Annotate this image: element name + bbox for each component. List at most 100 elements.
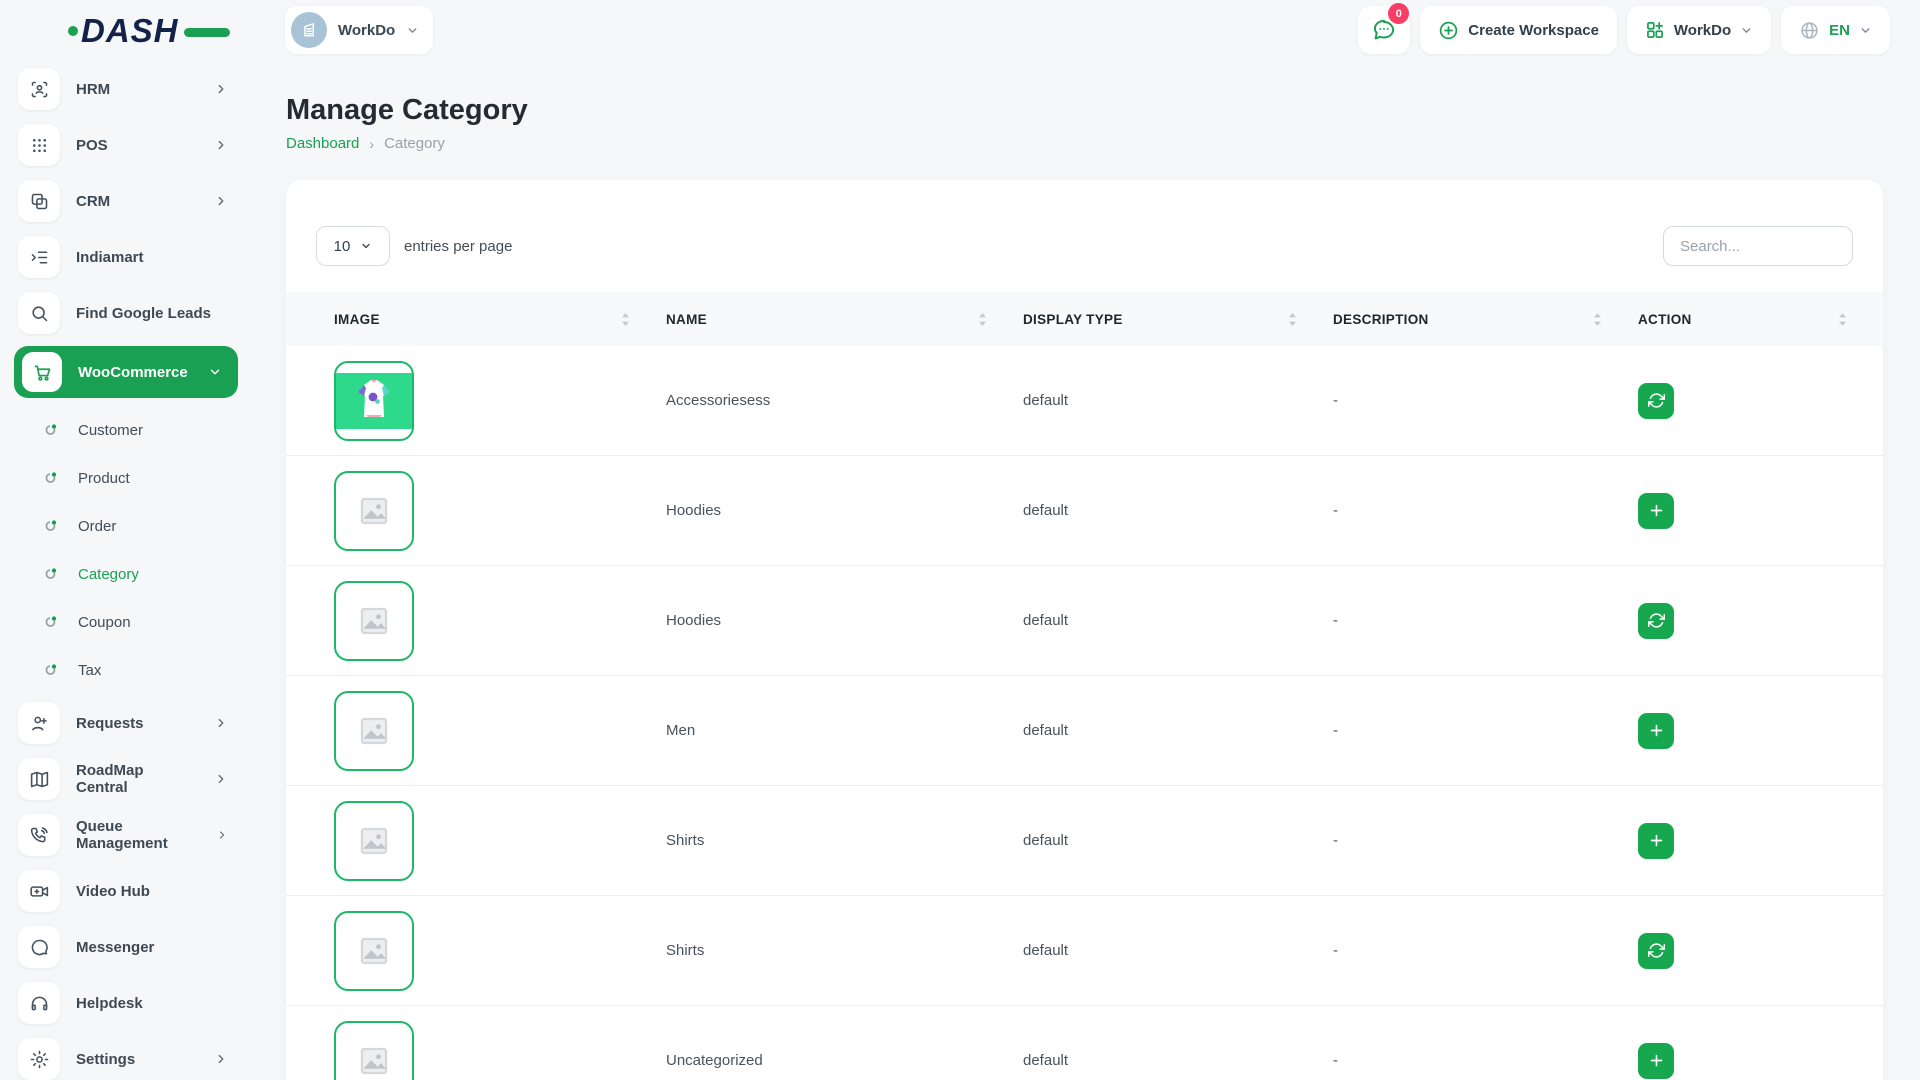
sidebar-item-order[interactable]: Order	[18, 502, 256, 550]
add-icon	[1650, 724, 1662, 737]
chevron-down-icon	[362, 243, 370, 249]
sidebar-item-roadmap-central[interactable]: RoadMap Central	[18, 756, 256, 802]
workspace-selector[interactable]: WorkDo	[285, 6, 434, 54]
indent-list-icon	[18, 236, 60, 278]
breadcrumb: Dashboard › Category	[286, 135, 1920, 152]
app-logo: DASH	[68, 14, 230, 47]
create-workspace-label: Create Workspace	[1468, 21, 1599, 39]
switcher-label: WorkDo	[1673, 21, 1732, 39]
video-camera-icon	[18, 870, 60, 912]
sidebar-item-tax[interactable]: Tax	[18, 646, 256, 694]
category-thumbnail	[334, 690, 414, 771]
building-icon	[304, 23, 314, 37]
row-action-button[interactable]	[1638, 822, 1674, 859]
sidebar-item-crm[interactable]: CRM	[18, 178, 256, 224]
chevron-down-icon	[210, 369, 220, 375]
logo-dash	[183, 28, 230, 37]
description-cell: -	[1333, 392, 1338, 409]
sidebar-item-woocommerce[interactable]: WooCommerce	[14, 346, 238, 398]
category-name-cell: Men	[666, 722, 696, 739]
create-workspace-button[interactable]: Create Workspace	[1420, 6, 1617, 54]
description-cell: -	[1333, 612, 1338, 629]
logo-dot	[68, 25, 78, 36]
sidebar-item-helpdesk[interactable]: Helpdesk	[18, 980, 256, 1026]
row-action-button[interactable]	[1638, 1042, 1674, 1079]
sidebar-item-coupon[interactable]: Coupon	[18, 598, 256, 646]
chevron-right-icon	[218, 84, 224, 94]
column-header-image[interactable]: IMAGE	[334, 312, 666, 327]
sidebar-item-settings[interactable]: Settings	[18, 1036, 256, 1080]
sidebar-item-indiamart[interactable]: Indiamart	[18, 234, 256, 280]
sidebar-item-product[interactable]: Product	[18, 454, 256, 502]
donut-dot-icon	[45, 664, 57, 675]
breadcrumb-dashboard-link[interactable]: Dashboard	[286, 135, 359, 152]
category-thumbnail	[334, 580, 414, 661]
entries-per-page-label: entries per page	[404, 237, 513, 255]
column-header-action[interactable]: ACTION	[1638, 312, 1883, 327]
sidebar-item-video-hub[interactable]: Video Hub	[18, 868, 256, 914]
chevron-right-icon	[218, 774, 224, 784]
sidebar-item-customer[interactable]: Customer	[18, 406, 256, 454]
message-circle-icon	[18, 926, 60, 968]
description-cell: -	[1333, 502, 1338, 519]
sync-icon	[1647, 393, 1665, 408]
table-controls: 10 entries per page	[286, 226, 1883, 266]
display-type-cell: default	[1023, 942, 1069, 959]
woocommerce-submenu: Customer Product Order Category Coupon T…	[18, 406, 256, 694]
sidebar-item-messenger[interactable]: Messenger	[18, 924, 256, 970]
category-thumbnail	[334, 360, 414, 441]
sidebar-item-queue-management[interactable]: Queue Management	[18, 812, 256, 858]
chevron-right-icon	[219, 831, 224, 839]
chevron-right-icon	[218, 196, 224, 206]
sidebar-item-find-google-leads[interactable]: Find Google Leads	[18, 290, 256, 336]
donut-dot-icon	[45, 424, 57, 435]
column-header-display-type[interactable]: DISPLAY TYPE	[1023, 312, 1333, 327]
display-type-cell: default	[1023, 392, 1069, 409]
category-name-cell: Shirts	[666, 942, 705, 959]
image-placeholder-icon	[360, 717, 388, 744]
headphones-icon	[18, 982, 60, 1024]
image-placeholder-icon	[360, 827, 388, 854]
search-input[interactable]	[1663, 226, 1853, 266]
column-header-description[interactable]: DESCRIPTION	[1333, 312, 1638, 327]
column-header-name[interactable]: NAME	[666, 312, 1023, 327]
row-action-button[interactable]	[1638, 492, 1674, 529]
chevron-down-icon	[408, 27, 417, 33]
sort-icon	[979, 312, 986, 326]
category-name-cell: Hoodies	[666, 612, 722, 629]
sidebar-item-requests[interactable]: Requests	[18, 700, 256, 746]
sync-icon	[1647, 613, 1665, 628]
image-placeholder-icon	[360, 497, 388, 524]
map-icon	[18, 758, 60, 800]
pos-grid-dots-icon	[18, 124, 60, 166]
display-type-cell: default	[1023, 722, 1069, 739]
language-selector[interactable]: EN	[1781, 6, 1890, 54]
sidebar-item-pos[interactable]: POS	[18, 122, 256, 168]
messages-button[interactable]: 0	[1358, 3, 1411, 54]
entries-per-page-select[interactable]: 10	[316, 226, 390, 266]
category-table: IMAGE NAME DISPLAY TYPE DESCRIPTION ACTI…	[286, 292, 1883, 1080]
donut-dot-icon	[45, 568, 57, 579]
table-row: Shirts default -	[286, 786, 1883, 896]
display-type-cell: default	[1023, 502, 1069, 519]
image-placeholder-icon	[360, 607, 388, 634]
category-name-cell: Accessoriesess	[666, 392, 771, 409]
row-action-button[interactable]	[1638, 382, 1674, 419]
row-action-button[interactable]	[1638, 712, 1674, 749]
workspace-switcher[interactable]: WorkDo	[1626, 6, 1772, 54]
add-icon	[1650, 834, 1662, 847]
row-action-button[interactable]	[1638, 932, 1674, 969]
category-thumbnail	[334, 910, 414, 991]
row-action-button[interactable]	[1638, 602, 1674, 639]
sidebar-item-hrm[interactable]: HRM	[18, 66, 256, 112]
description-cell: -	[1333, 942, 1338, 959]
chevron-down-icon	[1742, 27, 1751, 33]
sidebar-item-category[interactable]: Category	[18, 550, 256, 598]
sort-icon	[1289, 312, 1296, 326]
category-name-cell: Hoodies	[666, 502, 722, 519]
user-plus-icon	[18, 702, 60, 744]
product-image	[336, 372, 412, 429]
workspace-avatar	[291, 12, 327, 48]
phone-call-icon	[18, 814, 60, 856]
logo-text: DASH	[81, 12, 179, 49]
